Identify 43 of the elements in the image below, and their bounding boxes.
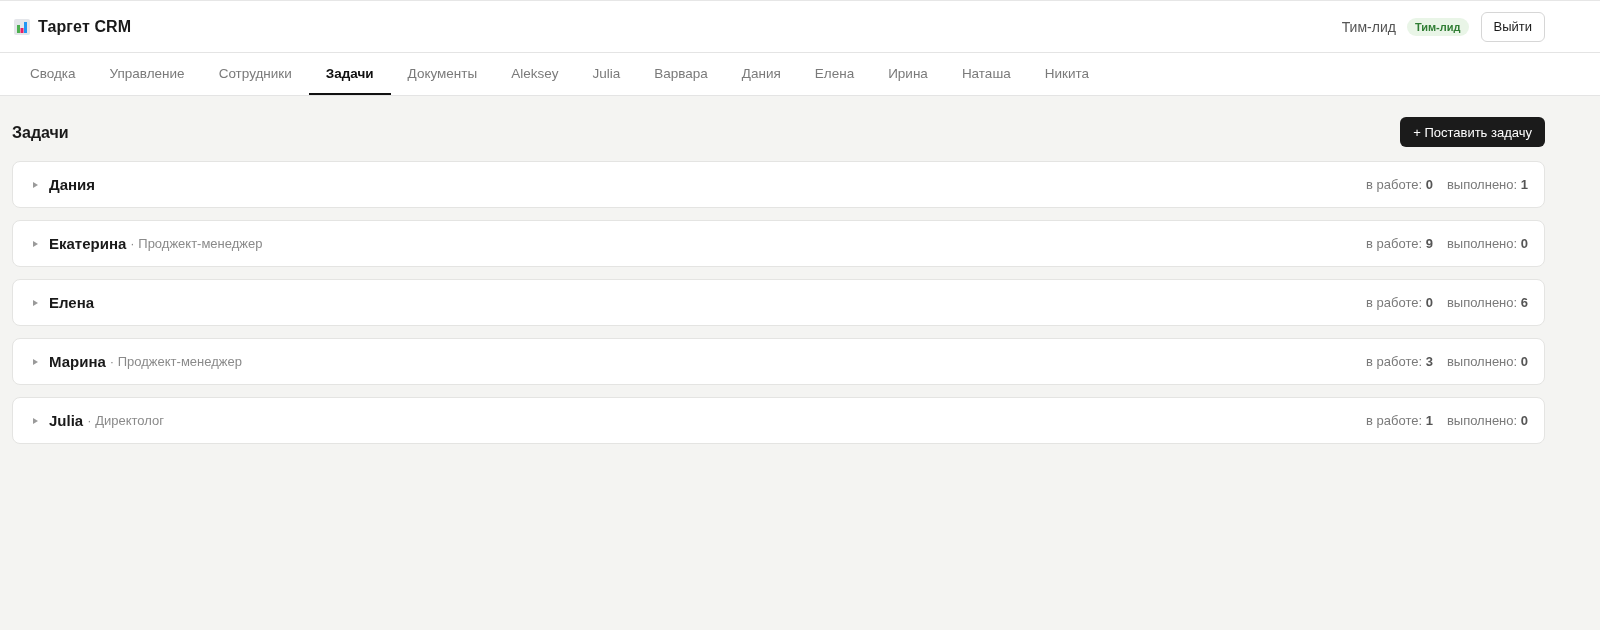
tab[interactable]: Управление [92,53,202,95]
employee-role: · Проджект-менеджер [109,354,242,369]
employee-task-group[interactable]: Екатерина · Проджект-менеджер в работе: 9 выполнено: 0 [12,220,1545,267]
done-count: выполнено: 6 [1446,295,1528,310]
tab[interactable]: Aleksey [494,53,576,95]
employee-task-group[interactable]: Julia · Директолог в работе: 1 выполнено: 0 [12,397,1545,444]
employee-name: Екатерина [49,235,127,252]
employee-role: · Проджект-менеджер [130,236,263,251]
employee-role: · Директолог [87,413,164,428]
employee-name: Julia [49,412,84,429]
tab[interactable]: Julia [575,53,638,95]
bar-chart-icon [14,18,30,35]
logout-button[interactable]: Выйти [1480,11,1545,42]
done-count: выполнено: 0 [1446,236,1528,251]
in-progress-count: в работе: 0 [1366,177,1433,192]
employee-name: Дания [49,176,96,193]
in-progress-count: в работе: 1 [1366,413,1433,428]
app-title: Таргет CRM [38,17,132,36]
employee-name: Елена [49,294,95,311]
role-badge: Тим-лид [1406,17,1469,36]
tab[interactable]: Ирина [871,53,945,95]
tab[interactable]: Сводка [13,53,93,95]
in-progress-count: в работе: 9 [1366,236,1433,251]
page-title: Задачи [12,124,69,142]
tab[interactable]: Наташа [944,53,1028,95]
in-progress-count: в работе: 0 [1366,295,1433,310]
employee-task-group[interactable]: Марина · Проджект-менеджер в работе: 3 выполнено: 0 [12,338,1545,385]
tab[interactable]: Задачи [308,53,391,95]
done-count: выполнено: 0 [1446,413,1528,428]
tab[interactable]: Никита [1027,53,1106,95]
employee-task-group[interactable]: Дания в работе: 0 выполнено: 1 [12,161,1545,208]
tab[interactable]: Варвара [637,53,725,95]
tab[interactable]: Елена [797,53,872,95]
tab[interactable]: Документы [390,53,495,95]
employee-name: Марина [49,353,106,370]
tab[interactable]: Дания [724,53,798,95]
add-task-button[interactable]: + Поставить задачу [1400,117,1545,147]
employee-task-group[interactable]: Елена в работе: 0 выполнено: 6 [12,279,1545,326]
done-count: выполнено: 1 [1446,177,1528,192]
user-role: Тим-лид [1341,18,1396,35]
tab[interactable]: Сотрудники [201,53,309,95]
done-count: выполнено: 0 [1446,354,1528,369]
in-progress-count: в работе: 3 [1366,354,1433,369]
